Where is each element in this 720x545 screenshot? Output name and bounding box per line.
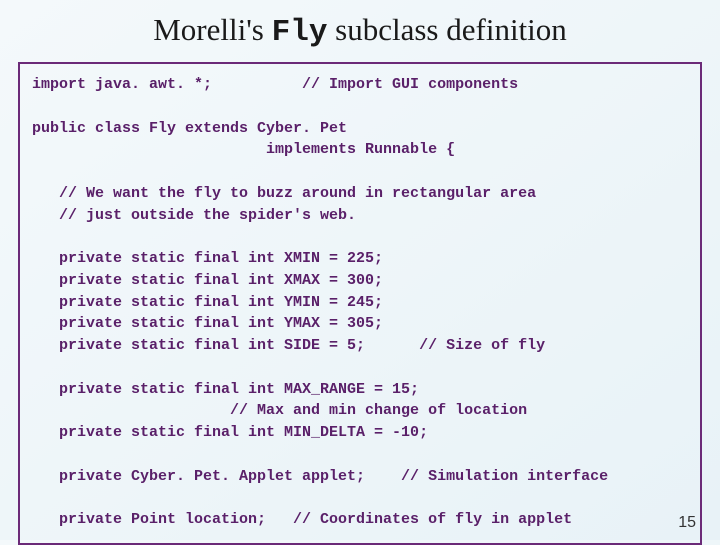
code-line: import java. awt. *; // Import GUI compo… — [32, 76, 518, 93]
code-line: private static final int YMIN = 245; — [32, 294, 383, 311]
code-box: import java. awt. *; // Import GUI compo… — [18, 62, 702, 545]
code-block: import java. awt. *; // Import GUI compo… — [32, 74, 688, 531]
title-suffix: subclass definition — [327, 12, 566, 47]
code-line: private static final int YMAX = 305; — [32, 315, 383, 332]
code-line: // just outside the spider's web. — [32, 207, 356, 224]
code-line: private static final int SIDE = 5; // Si… — [32, 337, 545, 354]
slide-title: Morelli's Fly subclass definition — [0, 0, 720, 58]
code-line: private static final int MIN_DELTA = -10… — [32, 424, 428, 441]
code-line: // We want the fly to buzz around in rec… — [32, 185, 536, 202]
page-number: 15 — [678, 514, 696, 532]
code-line: private static final int XMAX = 300; — [32, 272, 383, 289]
code-line: implements Runnable { — [32, 141, 455, 158]
title-prefix: Morelli's — [153, 12, 271, 47]
title-mono: Fly — [272, 15, 328, 50]
code-line: // Max and min change of location — [32, 402, 527, 419]
code-line: private static final int MAX_RANGE = 15; — [32, 381, 419, 398]
code-line: private Cyber. Pet. Applet applet; // Si… — [32, 468, 608, 485]
code-line: private Point location; // Coordinates o… — [32, 511, 572, 528]
code-line: private static final int XMIN = 225; — [32, 250, 383, 267]
code-line: public class Fly extends Cyber. Pet — [32, 120, 347, 137]
